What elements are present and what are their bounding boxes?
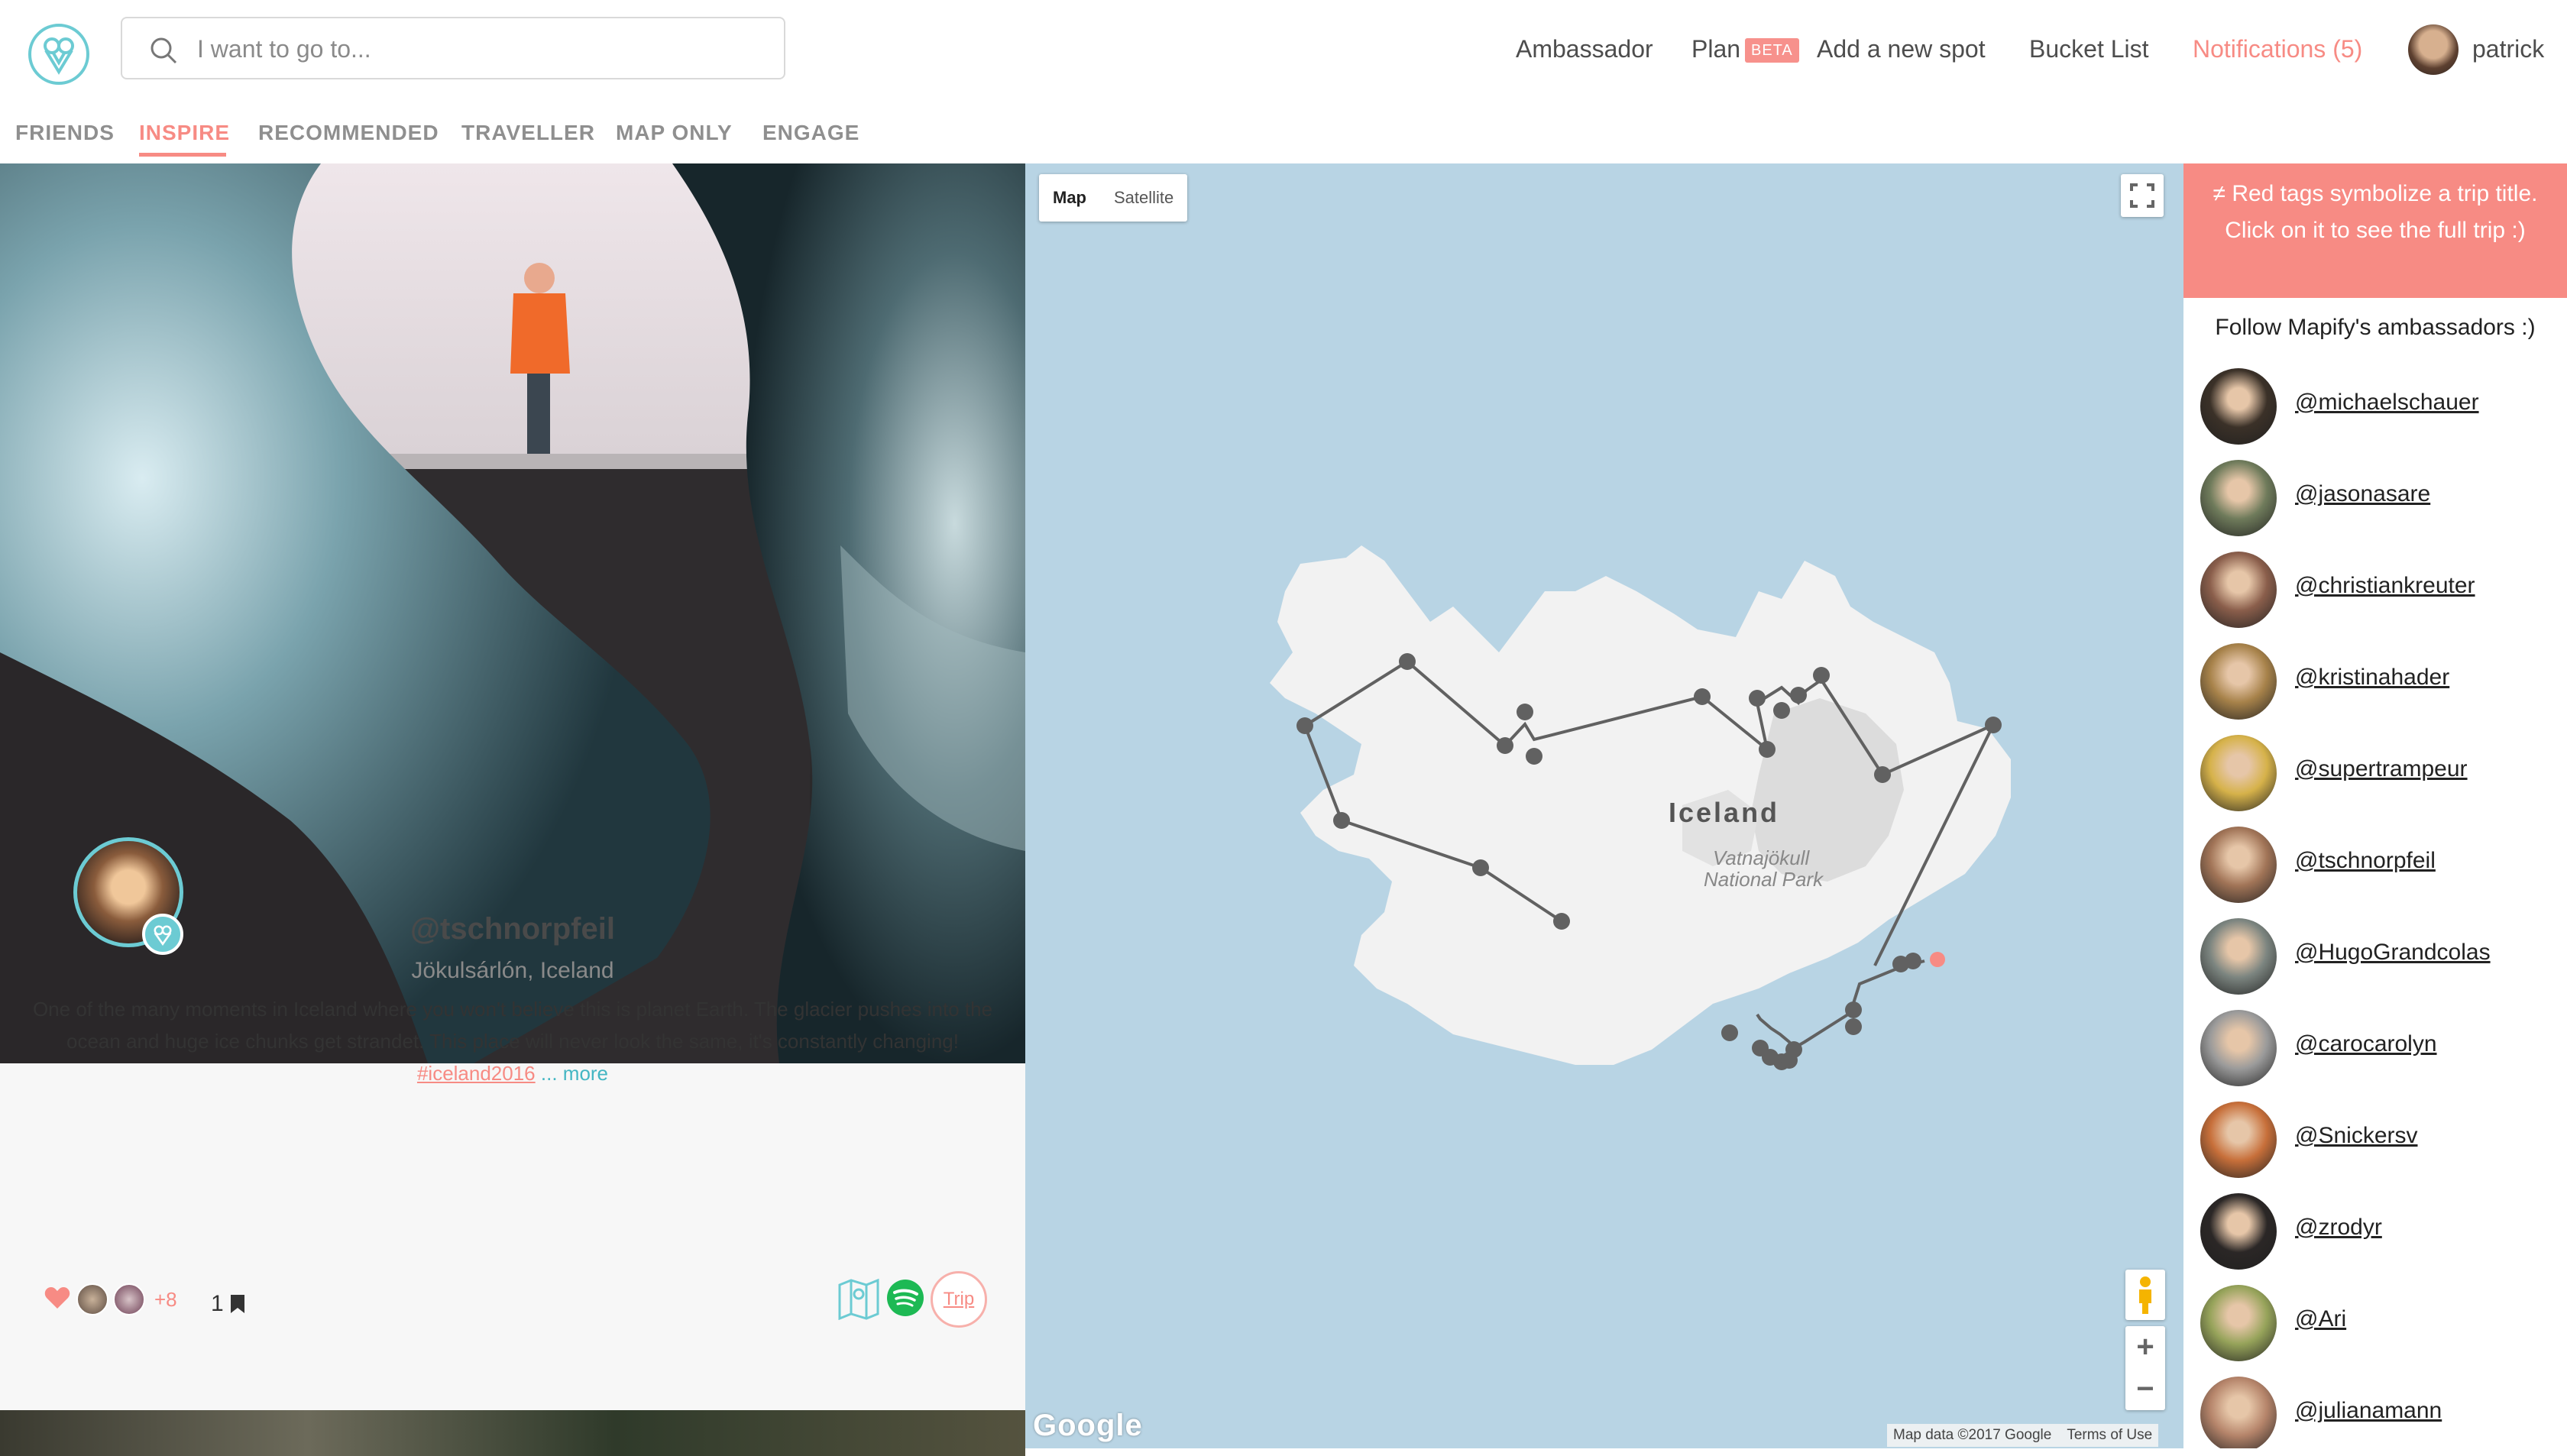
ambassador-link[interactable]: @kristinahader bbox=[2295, 665, 2449, 691]
post-location[interactable]: Jökulsárlón, Iceland bbox=[0, 958, 1025, 984]
signpost-icon: ≠ bbox=[2213, 181, 2225, 206]
heart-icon[interactable] bbox=[44, 1286, 70, 1309]
tab-inspire[interactable]: INSPIRE bbox=[139, 121, 230, 145]
map-type-control: Map Satellite bbox=[1039, 174, 1188, 222]
ambassador-link[interactable]: @michaelschauer bbox=[2295, 390, 2479, 416]
search-icon bbox=[151, 37, 177, 64]
nav-notifications-link[interactable]: Notifications (5) bbox=[2193, 34, 2362, 64]
nav-ambassador-link[interactable]: Ambassador bbox=[1516, 34, 1653, 64]
ambassador-avatar[interactable] bbox=[2200, 1193, 2277, 1270]
next-post-photo[interactable] bbox=[0, 1410, 1025, 1456]
tab-engage[interactable]: ENGAGE bbox=[762, 121, 859, 145]
ambassador-link[interactable]: @Ari bbox=[2295, 1306, 2346, 1332]
ambassador-link[interactable]: @tschnorpfeil bbox=[2295, 848, 2436, 874]
nav-bucket-list-link[interactable]: Bucket List bbox=[2029, 34, 2149, 64]
more-link[interactable]: ... more bbox=[541, 1062, 608, 1085]
iceland-map-canvas[interactable]: Iceland Vatnajökull National Park bbox=[1025, 163, 2183, 1448]
park-label-line2: National Park bbox=[1704, 868, 1824, 891]
notice-text: Red tags symbolize a trip title. Click o… bbox=[2225, 181, 2538, 243]
map-type-satellite-button[interactable]: Satellite bbox=[1100, 174, 1187, 222]
trip-title-tag bbox=[1930, 952, 1945, 967]
active-tab-indicator bbox=[139, 153, 226, 157]
ambassador-link[interactable]: @julianamann bbox=[2295, 1398, 2442, 1424]
ambassador-avatar[interactable] bbox=[2200, 460, 2277, 536]
feed-column[interactable] bbox=[0, 163, 1025, 1448]
bookmark-icon[interactable] bbox=[229, 1294, 246, 1314]
fullscreen-icon[interactable] bbox=[2121, 174, 2164, 217]
follow-ambassadors-title: Follow Mapify's ambassadors :) bbox=[2215, 315, 2536, 340]
tab-friends[interactable]: FRIENDS bbox=[15, 121, 115, 145]
nav-add-spot-link[interactable]: Add a new spot bbox=[1817, 34, 1986, 64]
ambassador-avatar[interactable] bbox=[2200, 368, 2277, 445]
map-attribution: Map data ©2017 Google Terms of Use bbox=[1887, 1424, 2159, 1447]
zoom-out-button[interactable]: − bbox=[2125, 1368, 2165, 1410]
park-label-line1: Vatnajökull bbox=[1713, 846, 1810, 869]
ambassador-avatar[interactable] bbox=[2200, 918, 2277, 995]
ambassador-avatar[interactable] bbox=[2200, 552, 2277, 628]
post-author-username[interactable]: @tschnorpfeil bbox=[0, 912, 1025, 946]
top-navigation: Ambassador Plan BETA Add a new spot Buck… bbox=[0, 0, 2567, 163]
search-input[interactable] bbox=[196, 28, 761, 70]
ambassador-avatar[interactable] bbox=[2200, 643, 2277, 720]
map-view[interactable]: Iceland Vatnajökull National Park Map Sa… bbox=[1025, 163, 2183, 1448]
tab-traveller[interactable]: TRAVELLER bbox=[461, 121, 595, 145]
ambassador-link[interactable]: @HugoGrandcolas bbox=[2295, 940, 2491, 966]
iceland-landmass bbox=[1270, 545, 2011, 1065]
plan-beta-badge: BETA bbox=[1745, 38, 1799, 63]
ambassador-avatar[interactable] bbox=[2200, 735, 2277, 811]
mapify-logo-icon[interactable] bbox=[28, 23, 90, 86]
hashtag-link[interactable]: #iceland2016 bbox=[417, 1062, 536, 1085]
likers-more-count[interactable]: +8 bbox=[154, 1288, 177, 1312]
zoom-control: + − bbox=[2125, 1326, 2165, 1410]
ambassador-avatar[interactable] bbox=[2200, 1377, 2277, 1448]
tab-map-only[interactable]: MAP ONLY bbox=[616, 121, 733, 145]
street-view-pegman-icon[interactable] bbox=[2125, 1270, 2165, 1320]
google-logo: Google bbox=[1033, 1409, 1143, 1442]
ambassador-avatar[interactable] bbox=[2200, 1102, 2277, 1178]
ambassador-link[interactable]: @jasonasare bbox=[2295, 481, 2430, 507]
ambassador-link[interactable]: @christiankreuter bbox=[2295, 573, 2475, 599]
country-label: Iceland bbox=[1669, 797, 1779, 828]
ambassador-link[interactable]: @carocarolyn bbox=[2295, 1031, 2437, 1057]
liker-avatar[interactable] bbox=[76, 1283, 108, 1315]
spotify-icon[interactable] bbox=[886, 1279, 924, 1317]
ambassador-link[interactable]: @Snickersv bbox=[2295, 1123, 2418, 1149]
nav-plan-link[interactable]: Plan bbox=[1691, 34, 1740, 64]
post-card bbox=[0, 1063, 1025, 1448]
ambassador-link[interactable]: @zrodyr bbox=[2295, 1215, 2382, 1241]
tab-recommended[interactable]: RECOMMENDED bbox=[258, 121, 439, 145]
trip-button[interactable]: Trip bbox=[931, 1271, 987, 1328]
ambassadors-sidebar[interactable]: ≠ Red tags symbolize a trip title. Click… bbox=[2183, 163, 2567, 1448]
post-caption: One of the many moments in Iceland where… bbox=[31, 993, 995, 1089]
saves-count: 1 bbox=[211, 1291, 224, 1316]
map-data-credit: Map data ©2017 Google bbox=[1893, 1427, 2052, 1443]
nav-username[interactable]: patrick bbox=[2472, 34, 2544, 64]
ambassador-avatar[interactable] bbox=[2200, 1010, 2277, 1086]
user-avatar[interactable] bbox=[2408, 24, 2459, 75]
terms-of-use-link[interactable]: Terms of Use bbox=[2067, 1424, 2152, 1447]
post-caption-text: One of the many moments in Iceland where… bbox=[32, 998, 993, 1053]
liker-avatar[interactable] bbox=[113, 1283, 145, 1315]
ambassador-avatar[interactable] bbox=[2200, 827, 2277, 903]
trip-tag-notice: ≠ Red tags symbolize a trip title. Click… bbox=[2183, 163, 2567, 298]
ambassador-link[interactable]: @supertrampeur bbox=[2295, 756, 2468, 782]
ambassador-avatar[interactable] bbox=[2200, 1285, 2277, 1361]
map-icon[interactable] bbox=[837, 1276, 880, 1320]
map-type-map-button[interactable]: Map bbox=[1039, 174, 1100, 222]
zoom-in-button[interactable]: + bbox=[2125, 1326, 2165, 1368]
search-box[interactable] bbox=[121, 17, 785, 79]
